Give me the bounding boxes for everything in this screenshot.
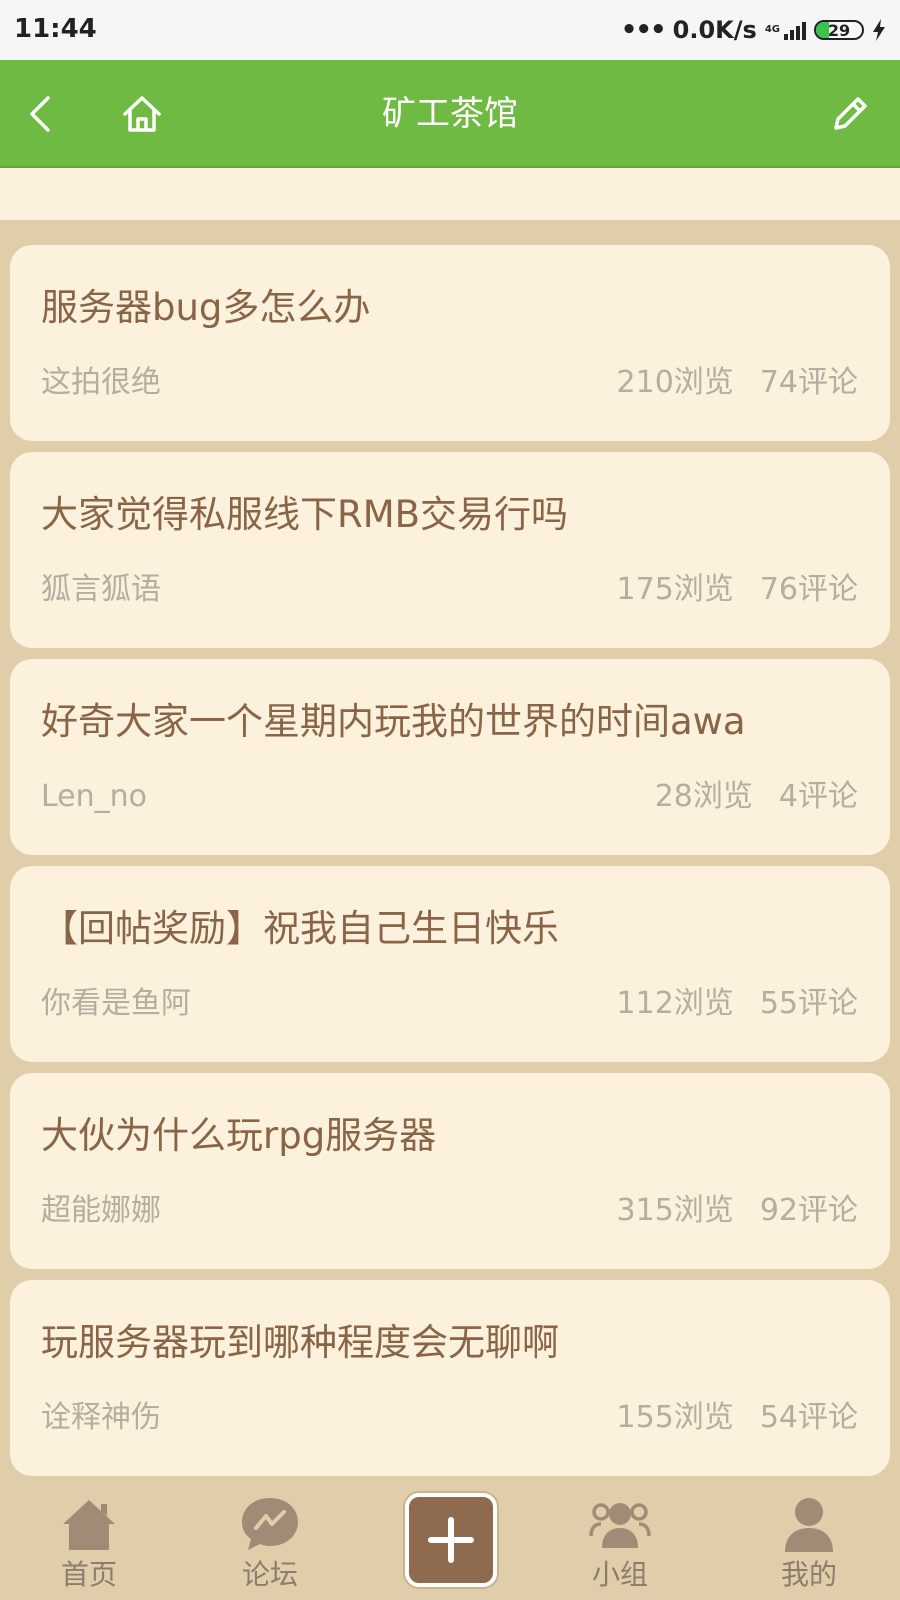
post-title: 大家觉得私服线下RMB交易行吗 xyxy=(41,493,569,536)
battery-icon: 29 xyxy=(814,20,864,40)
post-stats: 28浏览 4评论 xyxy=(655,777,858,817)
page-title: 矿工茶馆 xyxy=(382,94,518,134)
post-card[interactable]: 玩服务器玩到哪种程度会无聊啊 诠释神伤 155浏览 54评论 xyxy=(10,1280,890,1476)
new-post-button[interactable] xyxy=(405,1493,497,1587)
network-type: 4G xyxy=(764,24,780,35)
post-author: 狐言狐语 xyxy=(41,572,161,607)
status-indicators: ••• 0.0K/s 4G 29 xyxy=(621,14,886,46)
header-spacer xyxy=(0,168,900,220)
post-title: 服务器bug多怎么办 xyxy=(41,286,371,329)
nav-item-groups[interactable]: 小组 xyxy=(565,1494,675,1592)
post-author: 你看是鱼阿 xyxy=(41,986,191,1021)
post-comments: 76评论 xyxy=(759,572,858,607)
post-card[interactable]: 大伙为什么玩rpg服务器 超能娜娜 315浏览 92评论 xyxy=(10,1073,890,1269)
post-comments: 54评论 xyxy=(759,1400,858,1435)
post-stats: 112浏览 55评论 xyxy=(617,984,858,1024)
notification-dots: ••• xyxy=(620,15,667,45)
post-card[interactable]: 服务器bug多怎么办 这拍很绝 210浏览 74评论 xyxy=(10,245,890,441)
post-views: 28浏览 xyxy=(654,779,753,814)
post-card[interactable]: 【回帖奖励】祝我自己生日快乐 你看是鱼阿 112浏览 55评论 xyxy=(10,866,890,1062)
post-comments: 74评论 xyxy=(759,365,858,400)
post-card[interactable]: 大家觉得私服线下RMB交易行吗 狐言狐语 175浏览 76评论 xyxy=(10,452,890,648)
post-comments: 92评论 xyxy=(759,1193,858,1228)
user-icon xyxy=(785,1498,833,1552)
post-views: 175浏览 xyxy=(616,572,734,607)
post-stats: 155浏览 54评论 xyxy=(617,1398,858,1438)
nav-label: 论坛 xyxy=(241,1558,298,1591)
post-author: 超能娜娜 xyxy=(41,1193,161,1228)
post-stats: 210浏览 74评论 xyxy=(617,363,858,403)
post-author: 这拍很绝 xyxy=(41,365,161,400)
status-time: 11:44 xyxy=(14,14,97,44)
signal-icon xyxy=(784,20,806,40)
post-title: 【回帖奖励】祝我自己生日快乐 xyxy=(41,907,559,950)
post-views: 210浏览 xyxy=(616,365,734,400)
bottom-nav: 首页 论坛 小组 我的 xyxy=(0,1480,900,1600)
nav-item-mine[interactable]: 我的 xyxy=(754,1494,864,1592)
network-speed: 0.0K/s xyxy=(672,16,757,44)
plus-icon xyxy=(428,1517,474,1563)
nav-label: 小组 xyxy=(591,1558,648,1591)
post-list: 服务器bug多怎么办 这拍很绝 210浏览 74评论 大家觉得私服线下RMB交易… xyxy=(10,245,890,1487)
post-comments: 4评论 xyxy=(778,779,858,814)
battery-percent: 29 xyxy=(827,20,851,40)
app-header: 矿工茶馆 xyxy=(0,60,900,168)
post-title: 大伙为什么玩rpg服务器 xyxy=(41,1114,437,1157)
post-stats: 175浏览 76评论 xyxy=(617,570,858,610)
status-bar: 11:44 ••• 0.0K/s 4G 29 xyxy=(0,0,900,60)
post-author: 诠释神伤 xyxy=(41,1400,161,1435)
charging-icon xyxy=(873,19,885,41)
edit-post-button[interactable] xyxy=(826,90,874,138)
nav-item-home[interactable]: 首页 xyxy=(34,1494,144,1592)
nav-item-forum[interactable]: 论坛 xyxy=(215,1494,325,1592)
home-icon xyxy=(63,1500,115,1550)
post-views: 112浏览 xyxy=(616,986,734,1021)
nav-label: 首页 xyxy=(60,1558,117,1591)
post-views: 155浏览 xyxy=(616,1400,734,1435)
post-comments: 55评论 xyxy=(759,986,858,1021)
post-title: 好奇大家一个星期内玩我的世界的时间awa xyxy=(41,700,746,743)
group-icon xyxy=(589,1503,651,1548)
pencil-icon xyxy=(834,97,867,130)
post-author: Len_no xyxy=(41,779,148,814)
post-stats: 315浏览 92评论 xyxy=(617,1191,858,1231)
post-title: 玩服务器玩到哪种程度会无聊啊 xyxy=(41,1321,559,1364)
post-views: 315浏览 xyxy=(616,1193,734,1228)
nav-label: 我的 xyxy=(780,1558,837,1591)
chat-bubble-icon xyxy=(242,1498,298,1550)
post-card[interactable]: 好奇大家一个星期内玩我的世界的时间awa Len_no 28浏览 4评论 xyxy=(10,659,890,855)
